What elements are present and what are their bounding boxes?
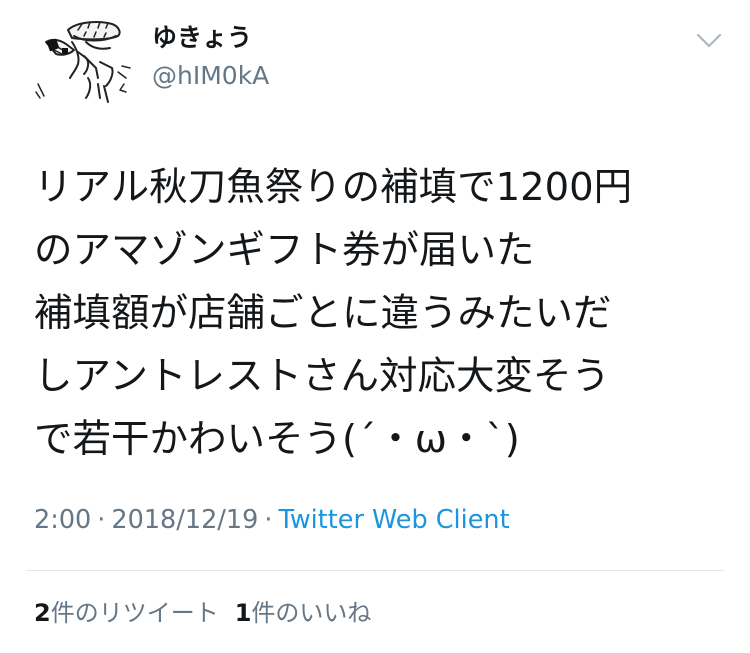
tweet-stats: 2件のリツイート 1件のいいね bbox=[34, 596, 371, 630]
tweet-client-link[interactable]: Twitter Web Client bbox=[278, 505, 509, 535]
likes-label: 件のいいね bbox=[251, 599, 372, 627]
likes-count: 1 bbox=[234, 599, 252, 627]
chevron-down-icon bbox=[696, 33, 722, 48]
user-handle[interactable]: @hIM0kA bbox=[152, 60, 269, 92]
tweet-date[interactable]: 2018/12/19 bbox=[111, 505, 258, 535]
likes-stat[interactable]: 1件のいいね bbox=[235, 599, 372, 627]
tweet-detail: ゆきょう @hIM0kA リアル秋刀魚祭りの補填で1200円 のアマゾンギフト券… bbox=[0, 0, 750, 653]
tweet-text-line: しアントレストさん対応大変そう bbox=[34, 354, 610, 399]
tweet-text-line: で若干かわいそう(´・ω・`) bbox=[34, 417, 520, 462]
meta-separator: · bbox=[97, 505, 106, 535]
tweet-text-line: のアマゾンギフト券が届いた bbox=[34, 228, 535, 273]
meta-separator: · bbox=[264, 505, 273, 535]
divider bbox=[26, 570, 724, 571]
tweet-menu-button[interactable] bbox=[694, 28, 724, 52]
tweet-time[interactable]: 2:00 bbox=[34, 505, 91, 535]
user-display-name[interactable]: ゆきょう bbox=[152, 22, 252, 54]
sketch-avatar-icon bbox=[35, 21, 131, 103]
avatar[interactable] bbox=[26, 12, 138, 112]
tweet-text: リアル秋刀魚祭りの補填で1200円 のアマゾンギフト券が届いた 補填額が店舗ごと… bbox=[34, 156, 734, 471]
tweet-metadata: 2:00 · 2018/12/19 · Twitter Web Client bbox=[34, 502, 510, 538]
tweet-text-line: リアル秋刀魚祭りの補填で1200円 bbox=[34, 165, 633, 210]
tweet-text-line: 補填額が店舗ごとに違うみたいだ bbox=[34, 291, 612, 336]
retweets-stat[interactable]: 2件のリツイート bbox=[34, 599, 219, 627]
retweets-count: 2 bbox=[34, 599, 51, 627]
retweets-label: 件のリツイート bbox=[50, 599, 219, 627]
